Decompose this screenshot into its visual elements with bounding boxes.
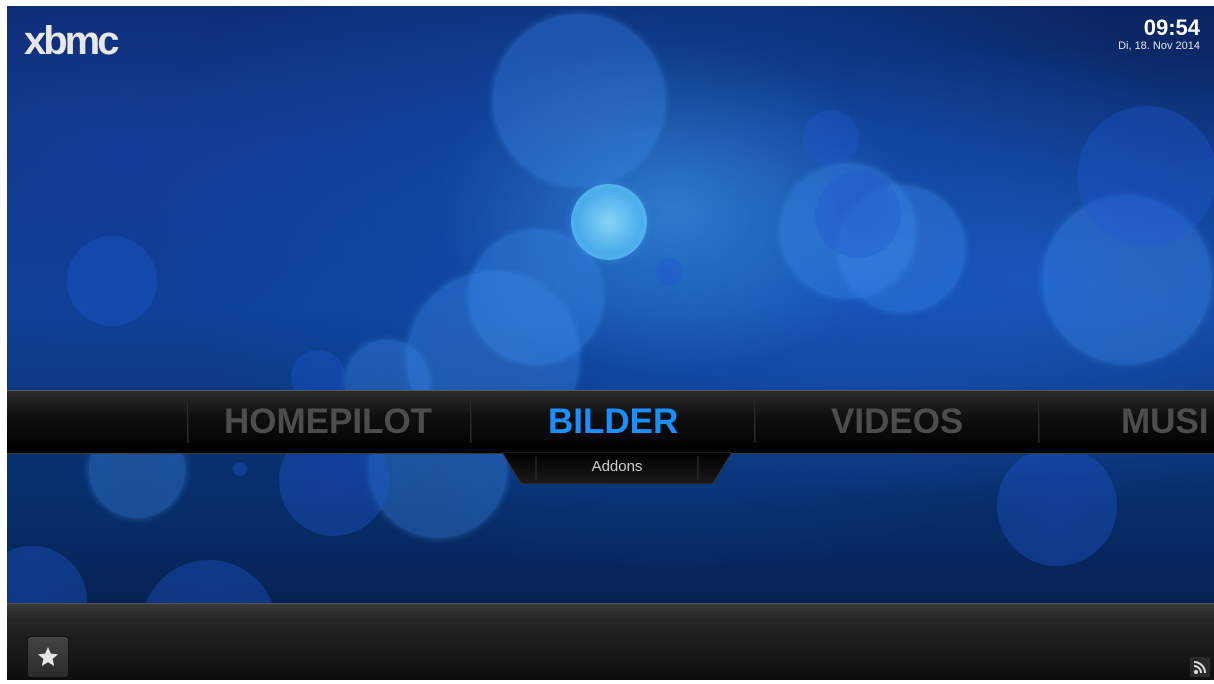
bottom-bar [7,603,1214,680]
menu-separator [754,401,756,443]
favourites-button[interactable] [27,636,69,678]
clock-date: Di, 18. Nov 2014 [1118,40,1200,52]
submenu-item-addons[interactable]: Addons [502,458,732,475]
bokeh-circle [67,236,157,326]
submenu-tab: Addons [502,452,732,484]
bokeh-circle [815,172,901,258]
menu-separator [470,401,472,443]
menu-item-musik[interactable]: MUSI [1121,391,1209,453]
rss-glyph [1193,661,1206,674]
menu-item-videos[interactable]: VIDEOS [831,391,963,453]
rss-icon[interactable] [1190,657,1210,677]
bokeh-circle [233,462,247,476]
clock-time: 09:54 [1143,15,1200,40]
bokeh-circle [803,110,859,166]
xbmc-logo: xbmc [24,19,119,63]
bokeh-circle [493,14,665,186]
bokeh-circle [655,258,683,286]
menu-item-homepilot[interactable]: HOMEPILOT [224,391,432,453]
bokeh-circle [1077,106,1214,246]
menu-item-bilder[interactable]: BILDER [548,391,678,453]
main-menu-bar: HOMEPILOT BILDER VIDEOS MUSI [7,390,1214,454]
star-icon [38,647,58,666]
bokeh-circle [997,446,1117,566]
menu-separator [187,401,189,443]
xbmc-home-screen: xbmc 09:54 Di, 18. Nov 2014 HOMEPILOT BI… [7,6,1214,680]
clock: 09:54 Di, 18. Nov 2014 [1118,16,1200,53]
menu-separator [1038,401,1040,443]
